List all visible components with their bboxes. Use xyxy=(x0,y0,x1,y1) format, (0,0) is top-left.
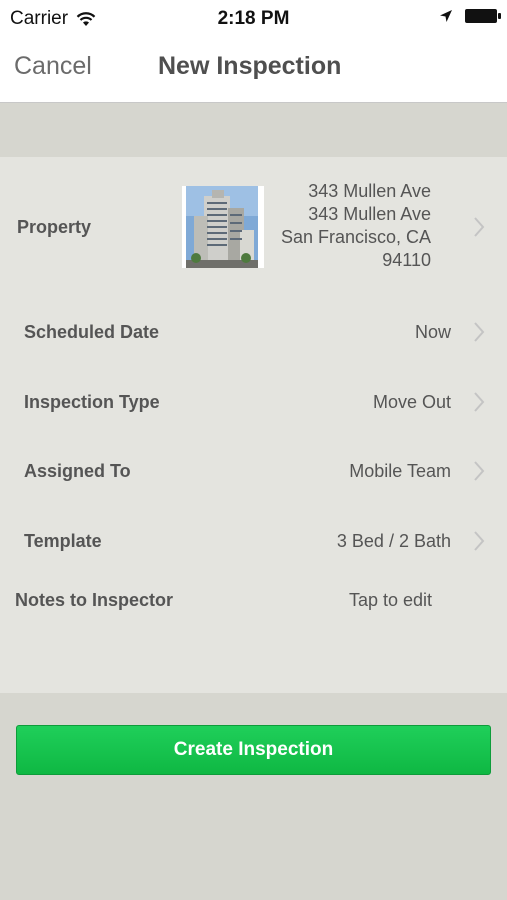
template-row[interactable]: Template 3 Bed / 2 Bath xyxy=(0,520,507,562)
chevron-right-icon xyxy=(474,217,485,237)
property-photo xyxy=(182,186,264,268)
inspection-type-value: Move Out xyxy=(372,392,451,412)
address-line: 343 Mullen Ave xyxy=(308,204,431,224)
template-value: 3 Bed / 2 Bath xyxy=(336,531,451,551)
inspection-type-label: Inspection Type xyxy=(24,392,160,412)
navigation-bar: Cancel New Inspection xyxy=(0,36,507,103)
chevron-right-icon xyxy=(474,531,485,551)
chevron-right-icon xyxy=(474,392,485,412)
assigned-to-row[interactable]: Assigned To Mobile Team xyxy=(0,451,507,493)
status-time: 2:18 PM xyxy=(217,8,290,29)
battery-icon xyxy=(465,9,501,23)
template-label: Template xyxy=(24,531,102,551)
property-label: Property xyxy=(17,217,92,237)
address-line: San Francisco, CA xyxy=(280,227,431,247)
section-spacer xyxy=(0,103,507,157)
chevron-right-icon xyxy=(474,322,485,342)
address-line: 94110 xyxy=(382,250,431,270)
scheduled-date-value: Now xyxy=(414,322,451,342)
status-bar: Carrier 2:18 PM xyxy=(0,0,507,36)
chevron-right-icon xyxy=(474,461,485,481)
notes-value: Tap to edit xyxy=(348,590,432,610)
cancel-button[interactable]: Cancel xyxy=(14,52,92,81)
property-address: 343 Mullen Ave 343 Mullen Ave San Franci… xyxy=(281,180,431,272)
notes-label: Notes to Inspector xyxy=(15,590,174,610)
assigned-to-value: Mobile Team xyxy=(349,461,451,481)
assigned-to-label: Assigned To xyxy=(24,461,131,481)
create-inspection-button[interactable]: Create Inspection xyxy=(16,725,491,775)
address-line: 343 Mullen Ave xyxy=(308,181,431,201)
scheduled-date-row[interactable]: Scheduled Date Now xyxy=(0,312,507,354)
notes-row[interactable]: Notes to Inspector Tap to edit xyxy=(0,580,507,622)
scheduled-date-label: Scheduled Date xyxy=(24,322,160,342)
inspection-type-row[interactable]: Inspection Type Move Out xyxy=(0,381,507,423)
location-arrow-icon xyxy=(440,10,452,22)
page-title: New Inspection xyxy=(158,52,342,80)
